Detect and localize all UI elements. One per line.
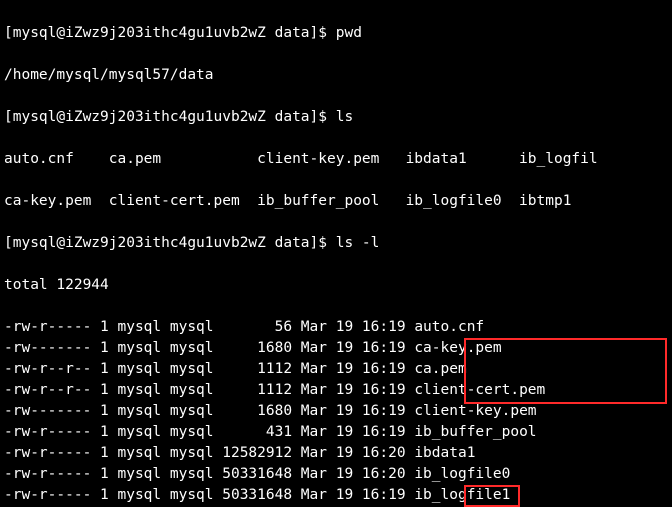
list-item: -rw-r----- 1 mysql mysql 50331648 Mar 19… (4, 485, 668, 506)
command-ls-l: ls -l (336, 235, 380, 251)
filename: ib_logfile0 (414, 466, 510, 482)
filename: ca.pem (414, 361, 466, 377)
command-ls: ls (336, 109, 353, 125)
ls-output-line: ca-key.pem client-cert.pem ib_buffer_poo… (4, 191, 668, 212)
list-item: -rw------- 1 mysql mysql 1680 Mar 19 16:… (4, 401, 668, 422)
list-item: -rw-r----- 1 mysql mysql 56 Mar 19 16:19… (4, 317, 668, 338)
command-pwd: pwd (336, 25, 362, 41)
filename: ib_buffer_pool (414, 424, 536, 440)
filename: ibdata1 (414, 445, 475, 461)
filename: ca-key.pem (414, 340, 501, 356)
list-item: -rw------- 1 mysql mysql 1680 Mar 19 16:… (4, 338, 668, 359)
list-item: -rw-r----- 1 mysql mysql 12582912 Mar 19… (4, 443, 668, 464)
shell-prompt: [mysql@iZwz9j203ithc4gu1uvb2wZ data]$ (4, 235, 336, 251)
filename: auto.cnf (414, 319, 484, 335)
shell-prompt: [mysql@iZwz9j203ithc4gu1uvb2wZ data]$ (4, 25, 336, 41)
filename: client-key.pem (414, 403, 536, 419)
list-item: -rw-r----- 1 mysql mysql 431 Mar 19 16:1… (4, 422, 668, 443)
terminal-output: [mysql@iZwz9j203ithc4gu1uvb2wZ data]$ pw… (0, 0, 672, 507)
ls-output-line: auto.cnf ca.pem client-key.pem ibdata1 i… (4, 149, 668, 170)
filename: client-cert.pem (414, 382, 545, 398)
shell-prompt: [mysql@iZwz9j203ithc4gu1uvb2wZ data]$ (4, 109, 336, 125)
list-item: -rw-r--r-- 1 mysql mysql 1112 Mar 19 16:… (4, 380, 668, 401)
filename: ib_logfile1 (414, 487, 510, 503)
pwd-output: /home/mysql/mysql57/data (4, 65, 668, 86)
list-item: -rw-r----- 1 mysql mysql 50331648 Mar 19… (4, 464, 668, 485)
total-line: total 122944 (4, 275, 668, 296)
list-item: -rw-r--r-- 1 mysql mysql 1112 Mar 19 16:… (4, 359, 668, 380)
